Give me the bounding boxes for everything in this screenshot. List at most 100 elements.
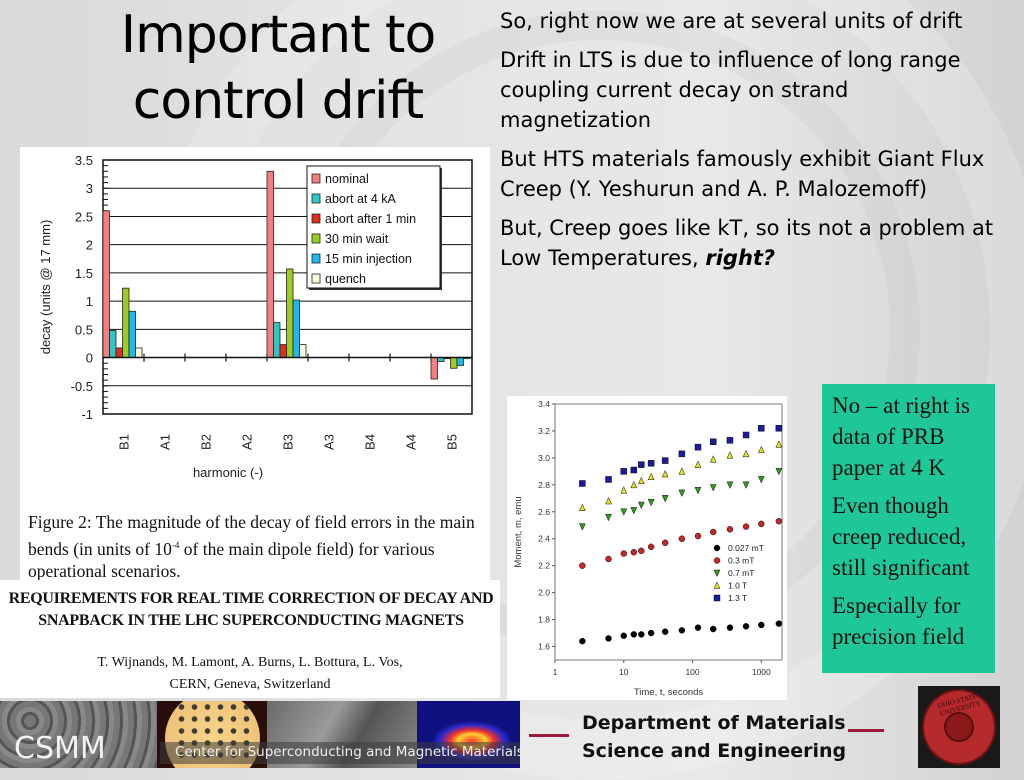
data-point xyxy=(678,627,686,634)
data-point xyxy=(605,555,612,563)
bar xyxy=(286,268,294,358)
osu-seal-center xyxy=(944,712,974,742)
data-point xyxy=(661,628,669,635)
moment-vs-time-chart: 1.6 1.8 2.0 2.2 2.4 2.6 2.8 3.0 3.2 3.4 1 10 100 1000… xyxy=(507,396,787,700)
y-tick-label: 3.2 xyxy=(538,426,550,436)
bullet-1: So, right now we are at several units of… xyxy=(500,9,963,33)
data-point xyxy=(709,625,717,633)
data-point xyxy=(694,443,702,451)
x-tick-label: B5 xyxy=(445,434,460,450)
y-tick-label: 3.0 xyxy=(538,453,550,463)
paper-affiliation: CERN, Geneva, Switzerland xyxy=(169,677,331,692)
data-point xyxy=(620,508,628,516)
data-point xyxy=(605,635,612,642)
bar xyxy=(456,357,464,366)
bullet-4-emphasis: right? xyxy=(705,246,776,270)
bar xyxy=(122,287,130,358)
bar xyxy=(128,310,136,358)
data-point xyxy=(630,548,638,556)
data-point xyxy=(605,513,612,522)
data-point xyxy=(757,476,765,484)
center-name: Center for Superconducting and Magnetic … xyxy=(175,744,520,760)
data-point xyxy=(726,437,734,444)
legend-label: quench xyxy=(325,272,366,286)
legend-swatch xyxy=(311,253,321,264)
data-point xyxy=(630,466,638,474)
legend-swatch xyxy=(311,213,321,224)
legend-swatch xyxy=(311,273,321,284)
paper-header: REQUIREMENTS FOR REAL TIME CORRECTION OF… xyxy=(0,580,500,698)
y-tick-label: 2 xyxy=(86,238,93,253)
legend-marker xyxy=(713,557,721,564)
y-tick-label: 2.6 xyxy=(538,507,550,517)
data-point xyxy=(694,532,702,540)
department-line-1: Department of Materials xyxy=(582,712,846,734)
x-tick-label: B1 xyxy=(117,434,132,450)
osu-seal-logo: OHIO STATE UNIVERSITY xyxy=(918,686,1000,768)
legend-swatch xyxy=(311,193,321,204)
note-paragraph-2: Even though creep reduced, still signifi… xyxy=(832,493,970,580)
data-point xyxy=(726,624,734,631)
y-tick-label: -1 xyxy=(81,407,93,422)
bar xyxy=(135,347,143,358)
data-point xyxy=(726,451,734,459)
legend-label: abort at 4 kA xyxy=(325,192,397,206)
data-point xyxy=(638,547,645,555)
x-tick-label: 1000 xyxy=(752,667,771,677)
y-tick-label: 3.5 xyxy=(75,153,93,168)
legend-swatch xyxy=(311,233,321,244)
bar xyxy=(299,344,307,358)
data-point xyxy=(661,539,669,547)
legend-label: 15 min injection xyxy=(325,252,412,266)
paper-authors-block: T. Wijnands, M. Lamont, A. Burns, L. Bot… xyxy=(0,652,500,696)
legend-swatch xyxy=(311,173,321,184)
paper-title-line-1: REQUIREMENTS FOR REAL TIME CORRECTION OF… xyxy=(8,590,494,607)
legend-marker xyxy=(713,594,721,602)
data-point xyxy=(647,543,655,551)
bar xyxy=(266,170,274,358)
data-point xyxy=(758,425,765,432)
data-point xyxy=(637,476,645,485)
bullet-2: Drift in LTS is due to influence of long… xyxy=(500,48,961,132)
y-tick-label: 2.2 xyxy=(538,561,550,571)
y-tick-label: 1.6 xyxy=(538,642,550,652)
bar xyxy=(109,330,117,358)
bar xyxy=(430,357,438,380)
legend-label: nominal xyxy=(325,172,369,186)
data-point xyxy=(758,520,765,528)
data-point xyxy=(678,450,686,458)
department-name: Department of Materials Science and Engi… xyxy=(582,709,846,765)
data-point xyxy=(578,503,586,511)
data-point xyxy=(742,623,750,630)
data-point xyxy=(647,472,655,481)
data-point xyxy=(620,632,628,639)
data-point xyxy=(630,507,638,515)
data-point xyxy=(630,631,638,638)
dept-accent-line-left xyxy=(529,734,569,737)
data-point xyxy=(726,526,734,533)
note-box: No – at right is data of PRB paper at 4 … xyxy=(822,384,995,673)
data-point xyxy=(726,481,734,489)
x-axis-label: Time, t, seconds xyxy=(634,687,704,698)
bar xyxy=(115,347,123,358)
y-tick-label: 2.0 xyxy=(538,588,550,598)
slide-title: Important to control drift xyxy=(120,5,437,131)
data-point xyxy=(678,489,686,498)
legend-label: 0.7 mT xyxy=(728,568,754,578)
data-point xyxy=(661,495,669,503)
note-paragraph-3: Especially for precision field xyxy=(832,593,965,649)
y-tick-label: 0 xyxy=(86,351,93,366)
y-axis-label: decay (units @ 17 mm) xyxy=(38,220,53,355)
data-point xyxy=(775,425,783,432)
data-point xyxy=(775,620,783,627)
bar xyxy=(273,322,281,358)
data-point xyxy=(742,481,750,489)
data-point xyxy=(775,468,783,476)
data-point xyxy=(605,476,612,483)
data-point xyxy=(709,455,717,463)
legend-marker xyxy=(713,581,721,589)
y-tick-label: 3.4 xyxy=(538,399,550,409)
data-point xyxy=(678,467,686,475)
data-point xyxy=(709,528,717,536)
y-tick-label: 2.8 xyxy=(538,480,550,490)
